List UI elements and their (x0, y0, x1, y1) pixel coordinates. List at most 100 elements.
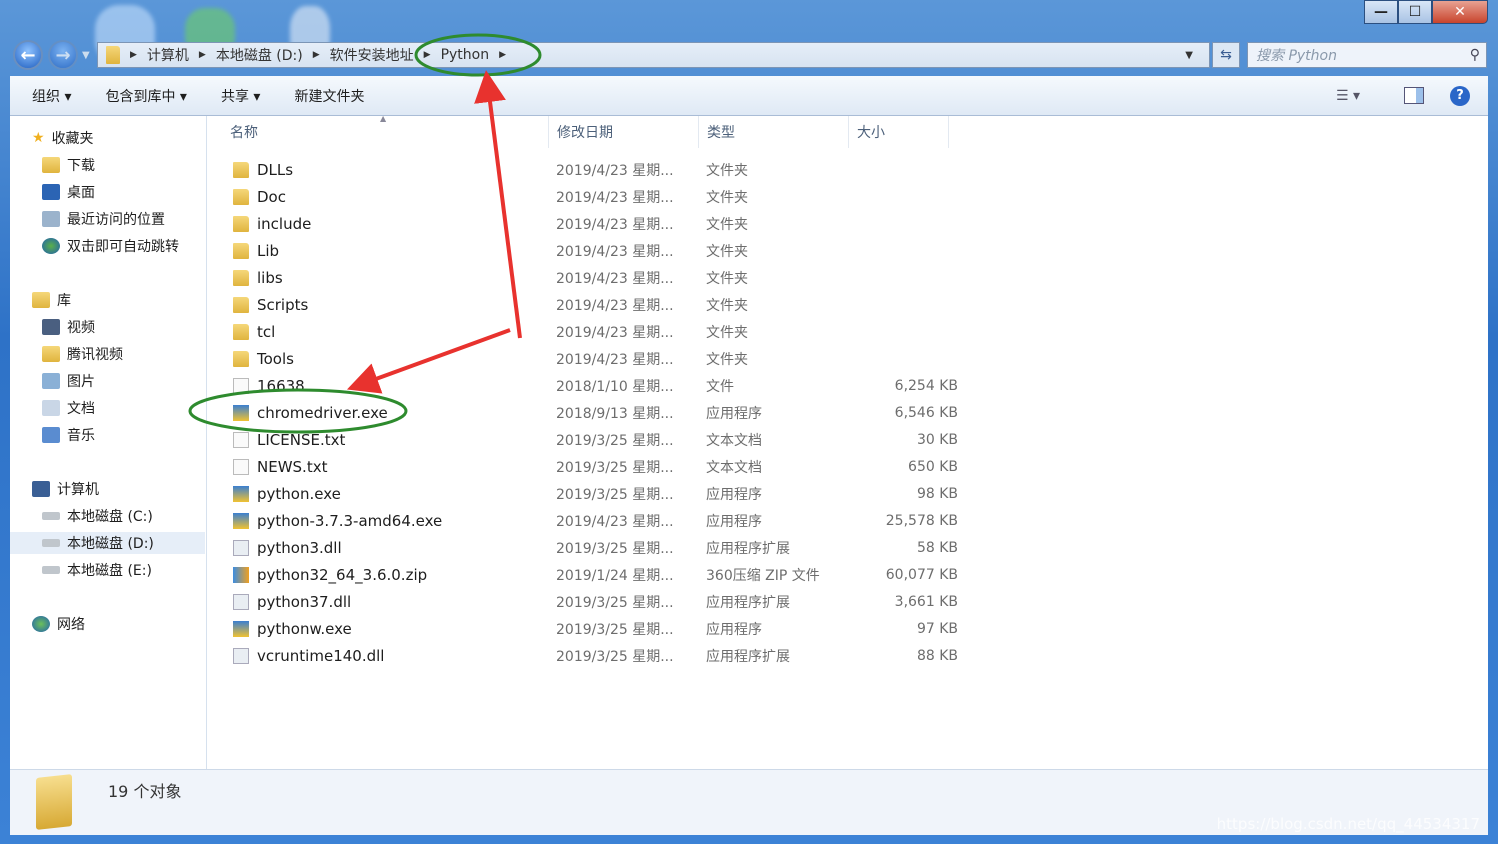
sidebar-item-videos[interactable]: 视频 (42, 316, 95, 338)
file-row[interactable]: Lib 2019/4/23 星期... 文件夹 (230, 239, 960, 263)
chevron-right-icon[interactable]: ▶ (199, 50, 206, 60)
file-name: python32_64_3.6.0.zip (257, 566, 428, 584)
column-header-size[interactable]: 大小 (849, 116, 949, 148)
column-header-date[interactable]: 修改日期 (549, 116, 699, 148)
help-icon[interactable]: ? (1450, 85, 1470, 106)
file-date: 2019/4/23 星期... (556, 514, 674, 530)
file-row[interactable]: DLLs 2019/4/23 星期... 文件夹 (230, 158, 960, 182)
file-name: DLLs (257, 161, 294, 179)
sidebar-item-downloads[interactable]: 下载 (42, 154, 95, 176)
breadcrumb-computer[interactable]: 计算机 (147, 45, 189, 65)
file-row[interactable]: python3.dll 2019/3/25 星期... 应用程序扩展 58 KB (230, 536, 960, 560)
minimize-button[interactable]: — (1364, 0, 1398, 24)
file-name: Doc (257, 188, 286, 206)
sidebar-favorites[interactable]: ★ 收藏夹 (32, 127, 94, 149)
file-type: 文件夹 (706, 163, 748, 179)
maximize-button[interactable]: ☐ (1398, 0, 1432, 24)
column-header-name[interactable]: 名称 ▲ (222, 114, 549, 148)
search-placeholder: 搜索 Python (1256, 48, 1337, 64)
file-row[interactable]: Scripts 2019/4/23 星期... 文件夹 (230, 293, 960, 317)
file-row[interactable]: Tools 2019/4/23 星期... 文件夹 (230, 347, 960, 371)
file-type: 文件夹 (706, 298, 748, 314)
file-date: 2019/3/25 星期... (556, 487, 674, 503)
sidebar-label: 图片 (67, 374, 95, 390)
address-dropdown-icon[interactable]: ▼ (1185, 50, 1193, 61)
back-button[interactable]: ← (13, 40, 43, 70)
navigation-pane: ★ 收藏夹 下载 桌面 最近访问的位置 双击即可自动跳转 库 视频 腾讯视频 图片… (10, 116, 207, 769)
forward-button[interactable]: → (48, 40, 78, 70)
file-row[interactable]: 16638 2018/1/10 星期... 文件 6,254 KB (230, 374, 960, 398)
chevron-right-icon[interactable]: ▶ (499, 50, 506, 60)
breadcrumb-python[interactable]: Python (441, 47, 490, 63)
file-type: 文本文档 (706, 433, 762, 449)
search-icon[interactable]: ⚲ (1470, 47, 1480, 63)
doc-icon (233, 432, 249, 448)
sidebar-item-documents[interactable]: 文档 (42, 397, 95, 419)
file-row[interactable]: LICENSE.txt 2019/3/25 星期... 文本文档 30 KB (230, 428, 960, 452)
sidebar-label: 本地磁盘 (D:) (67, 536, 154, 552)
breadcrumb-install-dir[interactable]: 软件安装地址 (330, 45, 414, 65)
file-name: libs (257, 269, 283, 287)
chevron-right-icon[interactable]: ▶ (424, 50, 431, 60)
sidebar-item-drive-c[interactable]: 本地磁盘 (C:) (42, 505, 153, 527)
file-name: python.exe (257, 485, 341, 503)
new-folder-button[interactable]: 新建文件夹 (294, 86, 364, 106)
sidebar-item-autojump[interactable]: 双击即可自动跳转 (42, 235, 179, 257)
file-size: 6,546 KB (894, 405, 958, 421)
drive-icon (42, 539, 60, 547)
file-row[interactable]: tcl 2019/4/23 星期... 文件夹 (230, 320, 960, 344)
sidebar-item-desktop[interactable]: 桌面 (42, 181, 95, 203)
history-dropdown-icon[interactable]: ▼ (82, 50, 90, 61)
sidebar-label: 库 (57, 293, 71, 309)
sidebar-label: 双击即可自动跳转 (67, 239, 179, 255)
view-options-icon[interactable]: ☰ ▾ (1336, 88, 1360, 104)
column-header-type[interactable]: 类型 (699, 116, 849, 148)
sidebar-item-tencent-video[interactable]: 腾讯视频 (42, 343, 123, 365)
toolbar: 组织 ▾ 包含到库中 ▾ 共享 ▾ 新建文件夹 ☰ ▾ ? (10, 76, 1488, 116)
column-label: 类型 (707, 125, 735, 141)
close-button[interactable]: ✕ (1432, 0, 1488, 24)
sidebar-item-pictures[interactable]: 图片 (42, 370, 95, 392)
preview-pane-icon[interactable] (1404, 87, 1424, 104)
file-row[interactable]: python37.dll 2019/3/25 星期... 应用程序扩展 3,66… (230, 590, 960, 614)
file-row[interactable]: python.exe 2019/3/25 星期... 应用程序 98 KB (230, 482, 960, 506)
sidebar-label: 收藏夹 (51, 131, 94, 147)
folder-icon (233, 189, 249, 205)
breadcrumb-drive-d[interactable]: 本地磁盘 (D:) (216, 45, 303, 65)
file-row[interactable]: NEWS.txt 2019/3/25 星期... 文本文档 650 KB (230, 455, 960, 479)
organize-button[interactable]: 组织 ▾ (32, 86, 71, 106)
chevron-right-icon[interactable]: ▶ (313, 50, 320, 60)
sidebar-libraries[interactable]: 库 (32, 289, 71, 311)
search-input[interactable]: 搜索 Python ⚲ (1247, 42, 1487, 68)
sidebar-item-drive-e[interactable]: 本地磁盘 (E:) (42, 559, 152, 581)
include-library-button[interactable]: 包含到库中 ▾ (105, 86, 186, 106)
file-date: 2019/4/23 星期... (556, 271, 674, 287)
sidebar-network[interactable]: 网络 (32, 613, 85, 635)
file-row[interactable]: libs 2019/4/23 星期... 文件夹 (230, 266, 960, 290)
file-row[interactable]: chromedriver.exe 2018/9/13 星期... 应用程序 6,… (230, 401, 960, 425)
sidebar-computer[interactable]: 计算机 (32, 478, 99, 500)
file-row[interactable]: include 2019/4/23 星期... 文件夹 (230, 212, 960, 236)
address-bar[interactable]: ▶ 计算机 ▶ 本地磁盘 (D:) ▶ 软件安装地址 ▶ Python ▶ ▼ (97, 42, 1210, 68)
sidebar-item-music[interactable]: 音乐 (42, 424, 95, 446)
folder-icon (42, 346, 60, 362)
file-row[interactable]: python32_64_3.6.0.zip 2019/1/24 星期... 36… (230, 563, 960, 587)
refresh-button[interactable]: ⇆ (1212, 42, 1240, 68)
file-date: 2019/3/25 星期... (556, 433, 674, 449)
file-date: 2019/3/25 星期... (556, 460, 674, 476)
file-size: 3,661 KB (894, 594, 958, 610)
share-button[interactable]: 共享 ▾ (221, 86, 260, 106)
file-size: 88 KB (916, 648, 958, 664)
file-row[interactable]: pythonw.exe 2019/3/25 星期... 应用程序 97 KB (230, 617, 960, 641)
file-row[interactable]: vcruntime140.dll 2019/3/25 星期... 应用程序扩展 … (230, 644, 960, 668)
sidebar-item-drive-d[interactable]: 本地磁盘 (D:) (10, 532, 205, 554)
file-date: 2018/1/10 星期... (556, 379, 674, 395)
sidebar-label: 计算机 (57, 482, 99, 498)
doc-icon (233, 459, 249, 475)
dll-icon (233, 648, 249, 664)
file-row[interactable]: Doc 2019/4/23 星期... 文件夹 (230, 185, 960, 209)
file-type: 应用程序扩展 (706, 595, 790, 611)
sidebar-item-recent[interactable]: 最近访问的位置 (42, 208, 165, 230)
file-row[interactable]: python-3.7.3-amd64.exe 2019/4/23 星期... 应… (230, 509, 960, 533)
chevron-right-icon[interactable]: ▶ (130, 50, 137, 60)
